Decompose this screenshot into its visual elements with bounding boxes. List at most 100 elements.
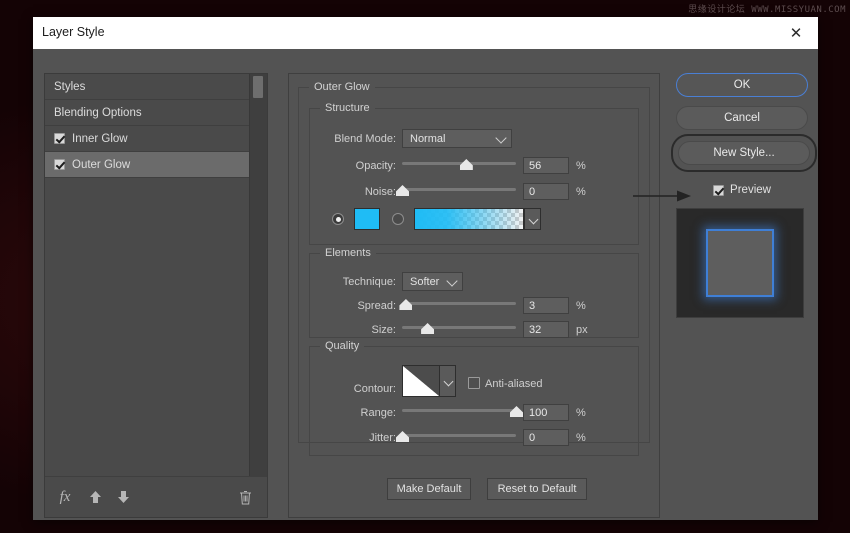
glow-color-swatch[interactable]: [354, 208, 380, 230]
dialog-title: Layer Style: [42, 25, 105, 39]
move-down-icon[interactable]: [113, 487, 133, 507]
slider-track: [402, 162, 516, 165]
anti-aliased-checkbox[interactable]: [468, 377, 480, 389]
outer-glow-checkbox[interactable]: [54, 159, 65, 170]
noise-slider[interactable]: [402, 184, 516, 198]
quality-group-label: Quality: [320, 340, 364, 352]
sidebar-item-styles[interactable]: Styles: [45, 74, 250, 100]
sidebar-item-outer-glow[interactable]: Outer Glow: [45, 152, 250, 178]
sidebar-item-label: Styles: [54, 81, 85, 93]
size-input[interactable]: 32: [523, 321, 569, 338]
reset-to-default-button[interactable]: Reset to Default: [487, 478, 587, 500]
styles-footer-toolbar: fx: [45, 476, 267, 517]
new-style-label: New Style...: [713, 147, 774, 159]
jitter-value: 0: [529, 432, 535, 444]
slider-thumb[interactable]: [460, 159, 473, 170]
preview-toggle[interactable]: Preview: [676, 180, 808, 200]
contour-swatch[interactable]: [402, 365, 440, 397]
trash-icon[interactable]: [235, 487, 255, 507]
size-unit: px: [576, 324, 588, 336]
contour-chevron-down-icon[interactable]: [439, 365, 456, 397]
sidebar-item-label: Outer Glow: [72, 159, 130, 171]
structure-group-label: Structure: [320, 102, 375, 114]
size-label: Size:: [318, 324, 396, 336]
opacity-label: Opacity:: [318, 160, 396, 172]
dialog-body: Styles Blending Options Inner Glow Outer…: [33, 49, 818, 520]
sidebar-item-inner-glow[interactable]: Inner Glow: [45, 126, 250, 152]
preview-shape: [706, 229, 774, 297]
ok-button[interactable]: OK: [676, 73, 808, 97]
ok-label: OK: [734, 79, 751, 91]
noise-label: Noise:: [318, 186, 396, 198]
fx-label: fx: [60, 489, 71, 506]
opacity-input[interactable]: 56: [523, 157, 569, 174]
slider-thumb[interactable]: [399, 299, 412, 310]
slider-thumb[interactable]: [396, 431, 409, 442]
blend-mode-select[interactable]: Normal: [402, 129, 512, 148]
technique-select[interactable]: Softer: [402, 272, 463, 291]
technique-value: Softer: [410, 276, 439, 288]
move-up-icon[interactable]: [85, 487, 105, 507]
cancel-button[interactable]: Cancel: [676, 106, 808, 130]
watermark-url: WWW.MISSYUAN.COM: [751, 5, 846, 15]
jitter-unit: %: [576, 432, 586, 444]
jitter-input[interactable]: 0: [523, 429, 569, 446]
gradient-chevron-down-icon[interactable]: [524, 208, 541, 230]
preview-thumbnail: [676, 208, 804, 318]
opacity-unit: %: [576, 160, 586, 172]
spread-input[interactable]: 3: [523, 297, 569, 314]
outer-glow-group-label: Outer Glow: [309, 81, 375, 93]
structure-group: Structure Blend Mode: Normal Opacity: 56: [309, 108, 639, 245]
noise-value: 0: [529, 186, 535, 198]
color-radio[interactable]: [332, 213, 344, 225]
glow-gradient-swatch[interactable]: [414, 208, 524, 230]
make-default-button[interactable]: Make Default: [387, 478, 471, 500]
new-style-button[interactable]: New Style...: [678, 141, 810, 165]
size-slider[interactable]: [402, 322, 516, 336]
elements-group: Elements Technique: Softer Spread: 3 %: [309, 253, 639, 338]
slider-thumb[interactable]: [421, 323, 434, 334]
close-icon[interactable]: ✕: [774, 17, 818, 49]
slider-thumb[interactable]: [510, 406, 523, 417]
elements-group-label: Elements: [320, 247, 376, 259]
quality-group: Quality Contour: Anti-aliased Range: 100…: [309, 346, 639, 456]
scrollbar-thumb[interactable]: [253, 76, 263, 98]
jitter-label: Jitter:: [318, 432, 396, 444]
cancel-label: Cancel: [724, 112, 760, 124]
opacity-value: 56: [529, 160, 541, 172]
range-input[interactable]: 100: [523, 404, 569, 421]
spread-label: Spread:: [318, 300, 396, 312]
range-value: 100: [529, 407, 547, 419]
sidebar-item-blending-options[interactable]: Blending Options: [45, 100, 250, 126]
slider-track: [402, 326, 516, 329]
jitter-slider[interactable]: [402, 430, 516, 444]
noise-input[interactable]: 0: [523, 183, 569, 200]
settings-panel: Outer Glow Structure Blend Mode: Normal …: [288, 73, 660, 518]
anti-aliased-label: Anti-aliased: [485, 378, 575, 390]
inner-glow-checkbox[interactable]: [54, 133, 65, 144]
sidebar-item-label: Inner Glow: [72, 133, 128, 145]
noise-unit: %: [576, 186, 586, 198]
slider-thumb[interactable]: [396, 185, 409, 196]
range-slider[interactable]: [402, 405, 516, 419]
outer-glow-group: Outer Glow Structure Blend Mode: Normal …: [298, 87, 650, 443]
watermark: 思缘设计论坛 WWW.MISSYUAN.COM: [688, 2, 846, 15]
fx-icon[interactable]: fx: [55, 487, 75, 507]
right-button-panel: OK Cancel New Style... Preview: [676, 73, 808, 318]
styles-list-scrollbar[interactable]: [249, 74, 267, 477]
preview-checkbox[interactable]: [713, 185, 724, 196]
spread-slider[interactable]: [402, 298, 516, 312]
range-unit: %: [576, 407, 586, 419]
slider-track: [402, 409, 516, 412]
watermark-cn-text: 思缘设计论坛: [688, 5, 745, 15]
dialog-titlebar: Layer Style ✕: [33, 17, 818, 50]
slider-track: [402, 188, 516, 191]
opacity-slider[interactable]: [402, 158, 516, 172]
chevron-down-icon: [446, 275, 457, 286]
gradient-radio[interactable]: [392, 213, 404, 225]
layer-style-dialog: Layer Style ✕ Styles Blending Options In…: [33, 17, 818, 520]
make-default-label: Make Default: [397, 483, 462, 495]
slider-track: [402, 302, 516, 305]
reset-to-default-label: Reset to Default: [498, 483, 577, 495]
new-style-highlight-annotation: New Style...: [671, 134, 817, 172]
